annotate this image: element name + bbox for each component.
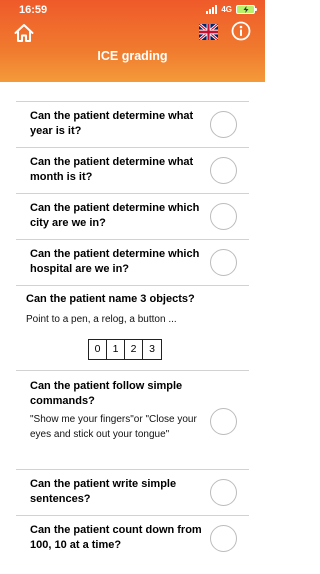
- question-hint: "Show me your fingers"or "Close your eye…: [30, 414, 197, 440]
- answer-radio[interactable]: [210, 525, 237, 552]
- score-selector: 0 1 2 3: [88, 339, 162, 360]
- question-row[interactable]: Can the patient determine what year is i…: [16, 102, 249, 148]
- question-list: Can the patient determine what year is i…: [16, 101, 249, 562]
- uk-flag-icon: [198, 22, 219, 42]
- answer-radio[interactable]: [210, 479, 237, 506]
- status-indicators: 4G: [206, 5, 257, 14]
- answer-radio[interactable]: [210, 157, 237, 184]
- question-row: Can the patient name 3 objects? Point to…: [16, 286, 249, 371]
- question-text: Can the patient follow simple commands?: [30, 380, 183, 407]
- score-option[interactable]: 2: [125, 340, 143, 359]
- page-title: ICE grading: [97, 49, 168, 63]
- network-type: 4G: [221, 5, 232, 14]
- question-row[interactable]: Can the patient write simple sentences?: [16, 470, 249, 516]
- status-time: 16:59: [19, 4, 48, 16]
- answer-radio[interactable]: [210, 249, 237, 276]
- answer-radio[interactable]: [210, 203, 237, 230]
- question-text: Can the patient determine what year is i…: [30, 110, 194, 137]
- question-text: Can the patient determine which city are…: [30, 202, 200, 229]
- status-bar: 16:59 4G: [0, 0, 265, 20]
- battery-icon: [236, 5, 257, 14]
- question-row[interactable]: Can the patient determine which hospital…: [16, 240, 249, 286]
- answer-radio[interactable]: [210, 111, 237, 138]
- language-button[interactable]: [198, 22, 219, 42]
- question-text: Can the patient count down from 100, 10 …: [30, 524, 202, 551]
- question-row[interactable]: Can the patient count down from 100, 10 …: [16, 516, 249, 562]
- question-row[interactable]: Can the patient determine what month is …: [16, 148, 249, 194]
- info-button[interactable]: [231, 21, 251, 41]
- score-option[interactable]: 0: [89, 340, 107, 359]
- home-icon: [14, 24, 34, 42]
- question-text: Can the patient name 3 objects?: [26, 293, 195, 305]
- score-option[interactable]: 3: [143, 340, 161, 359]
- question-text: Can the patient write simple sentences?: [30, 478, 177, 505]
- question-row[interactable]: Can the patient follow simple commands? …: [16, 371, 249, 470]
- question-text: Can the patient determine which hospital…: [30, 248, 200, 275]
- question-text: Can the patient determine what month is …: [30, 156, 194, 183]
- question-row[interactable]: Can the patient determine which city are…: [16, 194, 249, 240]
- info-icon: [231, 21, 251, 41]
- home-button[interactable]: [13, 22, 35, 44]
- app-header: 16:59 4G ICE grading: [0, 0, 265, 82]
- answer-radio[interactable]: [210, 408, 237, 435]
- question-hint: Point to a pen, a relog, a button ...: [26, 314, 177, 325]
- score-option[interactable]: 1: [107, 340, 125, 359]
- signal-icon: [206, 5, 218, 14]
